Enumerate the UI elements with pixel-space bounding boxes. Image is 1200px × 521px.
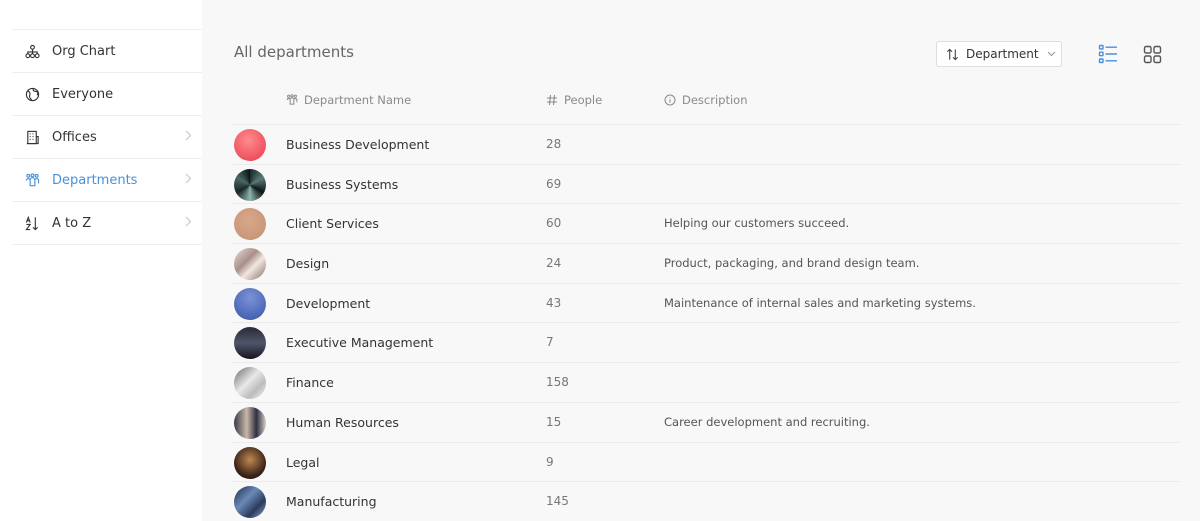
grid-view-icon (1143, 45, 1162, 64)
sort-dropdown[interactable]: Department (936, 41, 1062, 67)
department-description: Product, packaging, and brand design tea… (664, 256, 920, 271)
people-count: 7 (546, 335, 554, 350)
people-count: 24 (546, 256, 562, 271)
list-view-button[interactable] (1098, 44, 1118, 64)
table-header: Department Name People Description (232, 84, 1180, 125)
sort-dropdown-label: Department (966, 47, 1039, 61)
sidebar-item-label: Org Chart (52, 43, 116, 59)
column-header-name[interactable]: Department Name (286, 93, 411, 107)
building-icon (24, 129, 40, 145)
table-row[interactable]: Executive Management 7 (232, 323, 1180, 364)
column-header-label: Department Name (304, 93, 412, 107)
department-avatar (234, 446, 266, 479)
department-name: Legal (286, 454, 320, 470)
table-row[interactable]: Finance 158 (232, 363, 1180, 403)
sidebar-item-label: Offices (52, 129, 97, 145)
sidebar: Org Chart Everyone Offices Departments A… (0, 0, 202, 521)
department-description: Helping our customers succeed. (664, 216, 850, 231)
table-row[interactable]: Human Resources 15 Career development an… (232, 403, 1180, 443)
chevron-right-icon (185, 130, 192, 144)
people-count: 158 (546, 375, 569, 390)
department-description: Maintenance of internal sales and market… (664, 295, 976, 310)
department-name: Finance (286, 375, 334, 391)
sidebar-item-departments[interactable]: Departments (12, 159, 202, 202)
sidebar-item-org-chart[interactable]: Org Chart (12, 30, 202, 73)
column-header-label: People (564, 93, 603, 107)
department-avatar (234, 327, 266, 360)
sidebar-item-label: Everyone (52, 86, 114, 102)
table-row[interactable]: Manufacturing 145 (232, 482, 1180, 521)
sidebar-item-label: A to Z (52, 215, 92, 231)
department-avatar (234, 208, 266, 241)
department-name: Human Resources (286, 414, 399, 430)
people-count: 43 (546, 295, 562, 310)
sidebar-item-everyone[interactable]: Everyone (12, 73, 202, 116)
sidebar-nav: Org Chart Everyone Offices Departments A… (12, 29, 202, 245)
main-content: All departments Department Department Na… (202, 0, 1200, 521)
table-row[interactable]: Client Services 60 Helping our customers… (232, 204, 1180, 245)
org-chart-icon (24, 43, 40, 59)
department-avatar (234, 168, 266, 201)
globe-icon (24, 86, 40, 102)
department-name: Client Services (286, 216, 379, 232)
department-name: Manufacturing (286, 494, 377, 510)
department-avatar (234, 129, 266, 161)
people-count: 60 (546, 216, 562, 231)
table-row[interactable]: Business Systems 69 (232, 165, 1180, 205)
sidebar-item-offices[interactable]: Offices (12, 116, 202, 159)
people-count: 28 (546, 137, 562, 151)
department-avatar (234, 287, 266, 320)
page-title: All departments (234, 43, 354, 61)
info-icon (664, 94, 676, 106)
chevron-down-icon (1047, 51, 1056, 57)
table-body: Business Development 28 Business Systems… (232, 125, 1180, 521)
department-description: Career development and recruiting. (664, 414, 870, 429)
column-header-label: Description (682, 93, 748, 107)
people-count: 145 (546, 494, 569, 509)
department-name: Design (286, 256, 330, 272)
department-name: Development (286, 295, 371, 311)
table-row[interactable]: Development 43 Maintenance of internal s… (232, 284, 1180, 324)
hash-icon (546, 94, 558, 106)
people-count: 9 (546, 454, 554, 469)
people-count: 15 (546, 414, 562, 429)
department-name: Executive Management (286, 335, 434, 351)
list-view-icon (1098, 44, 1118, 64)
department-avatar (234, 248, 266, 281)
column-header-people[interactable]: People (546, 93, 602, 107)
department-avatar (234, 486, 266, 519)
people-count: 69 (546, 176, 562, 191)
people-group-icon (24, 172, 40, 188)
table-row[interactable]: Business Development 28 (232, 125, 1180, 165)
sort-arrows-icon (946, 48, 959, 61)
department-name: Business Systems (286, 176, 399, 192)
sidebar-item-a-to-z[interactable]: A to Z (12, 202, 202, 245)
chevron-right-icon (185, 173, 192, 187)
column-header-description[interactable]: Description (664, 93, 748, 107)
sidebar-item-label: Departments (52, 172, 138, 188)
departments-table: Department Name People Description Busin… (232, 84, 1180, 521)
department-name: Business Development (286, 137, 430, 152)
department-avatar (234, 406, 266, 439)
department-avatar (234, 367, 266, 400)
sort-alpha-icon (24, 215, 40, 231)
people-group-icon (286, 94, 298, 106)
grid-view-button[interactable] (1142, 44, 1162, 64)
chevron-right-icon (185, 216, 192, 230)
table-row[interactable]: Design 24 Product, packaging, and brand … (232, 244, 1180, 284)
table-row[interactable]: Legal 9 (232, 443, 1180, 483)
